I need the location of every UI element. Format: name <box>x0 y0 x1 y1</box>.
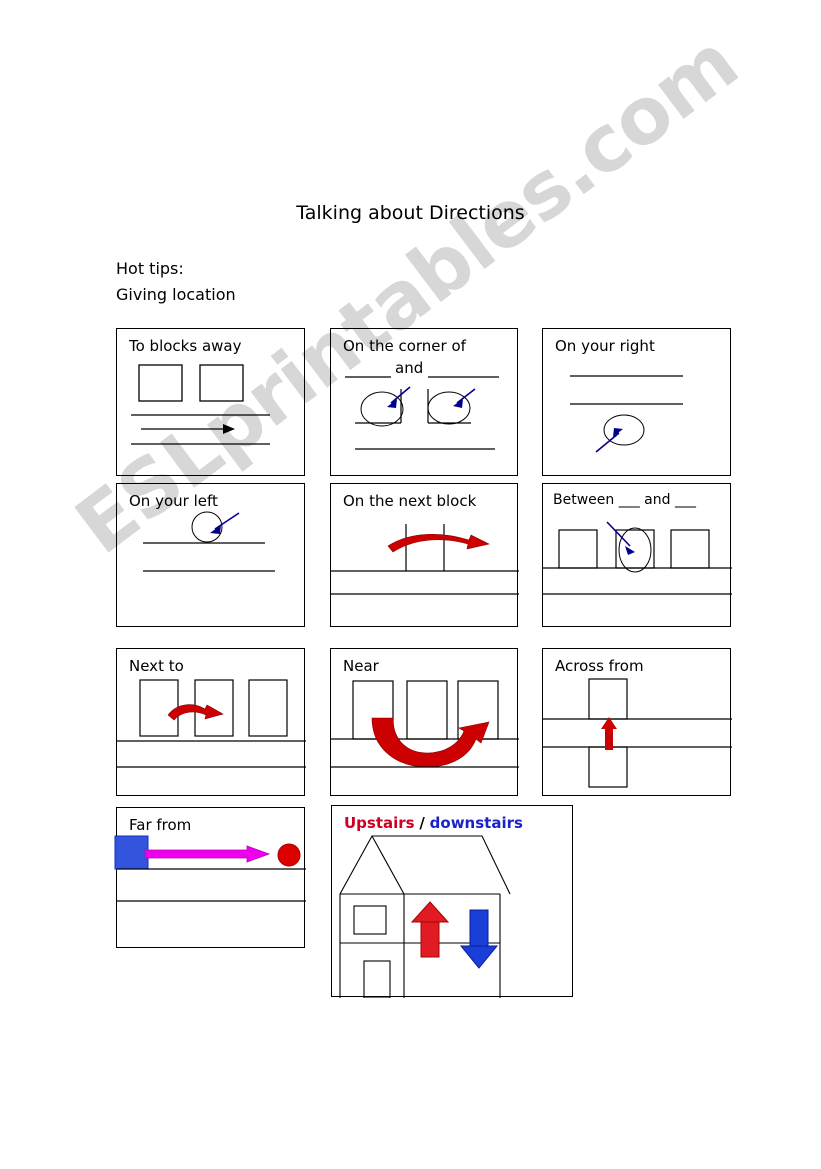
graphic-on-your-right <box>570 375 683 453</box>
page-title: Talking about Directions <box>296 202 525 224</box>
graphic-far-from <box>114 835 306 902</box>
graphic-house-upstairs-downstairs <box>339 835 511 998</box>
hot-tips-label: Hot tips: <box>116 259 184 278</box>
graphic-on-your-left <box>143 511 275 572</box>
graphic-to-blocks-away <box>131 364 270 445</box>
card-on-the-next-block: On the next block <box>330 483 519 627</box>
worksheet-page: ESLprintables.com Talking about Directio… <box>0 0 821 1169</box>
card-near: Near <box>330 648 519 796</box>
card-upstairs-downstairs: Upstairs / downstairs <box>331 805 573 998</box>
card-on-your-right: On your right <box>542 328 731 476</box>
graphic-on-the-next-block <box>331 524 519 595</box>
giving-location-subtitle: Giving location <box>116 285 236 304</box>
graphic-near <box>331 680 519 768</box>
graphic-next-to <box>117 679 306 768</box>
graphic-between-and <box>543 521 732 595</box>
card-across-from: Across from <box>542 648 732 796</box>
graphic-on-the-corner-of <box>345 376 499 450</box>
up-arrow-icon <box>410 901 450 958</box>
graphic-across-from <box>543 678 732 788</box>
card-between-and: Between ___ and ___ <box>542 483 732 627</box>
card-next-to: Next to <box>116 648 306 796</box>
card-to-blocks-away: To blocks away <box>116 328 305 476</box>
card-far-from: Far from <box>114 807 306 948</box>
down-arrow-icon <box>459 909 499 969</box>
card-on-the-corner-of: On the corner of and <box>330 328 518 476</box>
card-on-your-left: On your left <box>116 483 305 627</box>
